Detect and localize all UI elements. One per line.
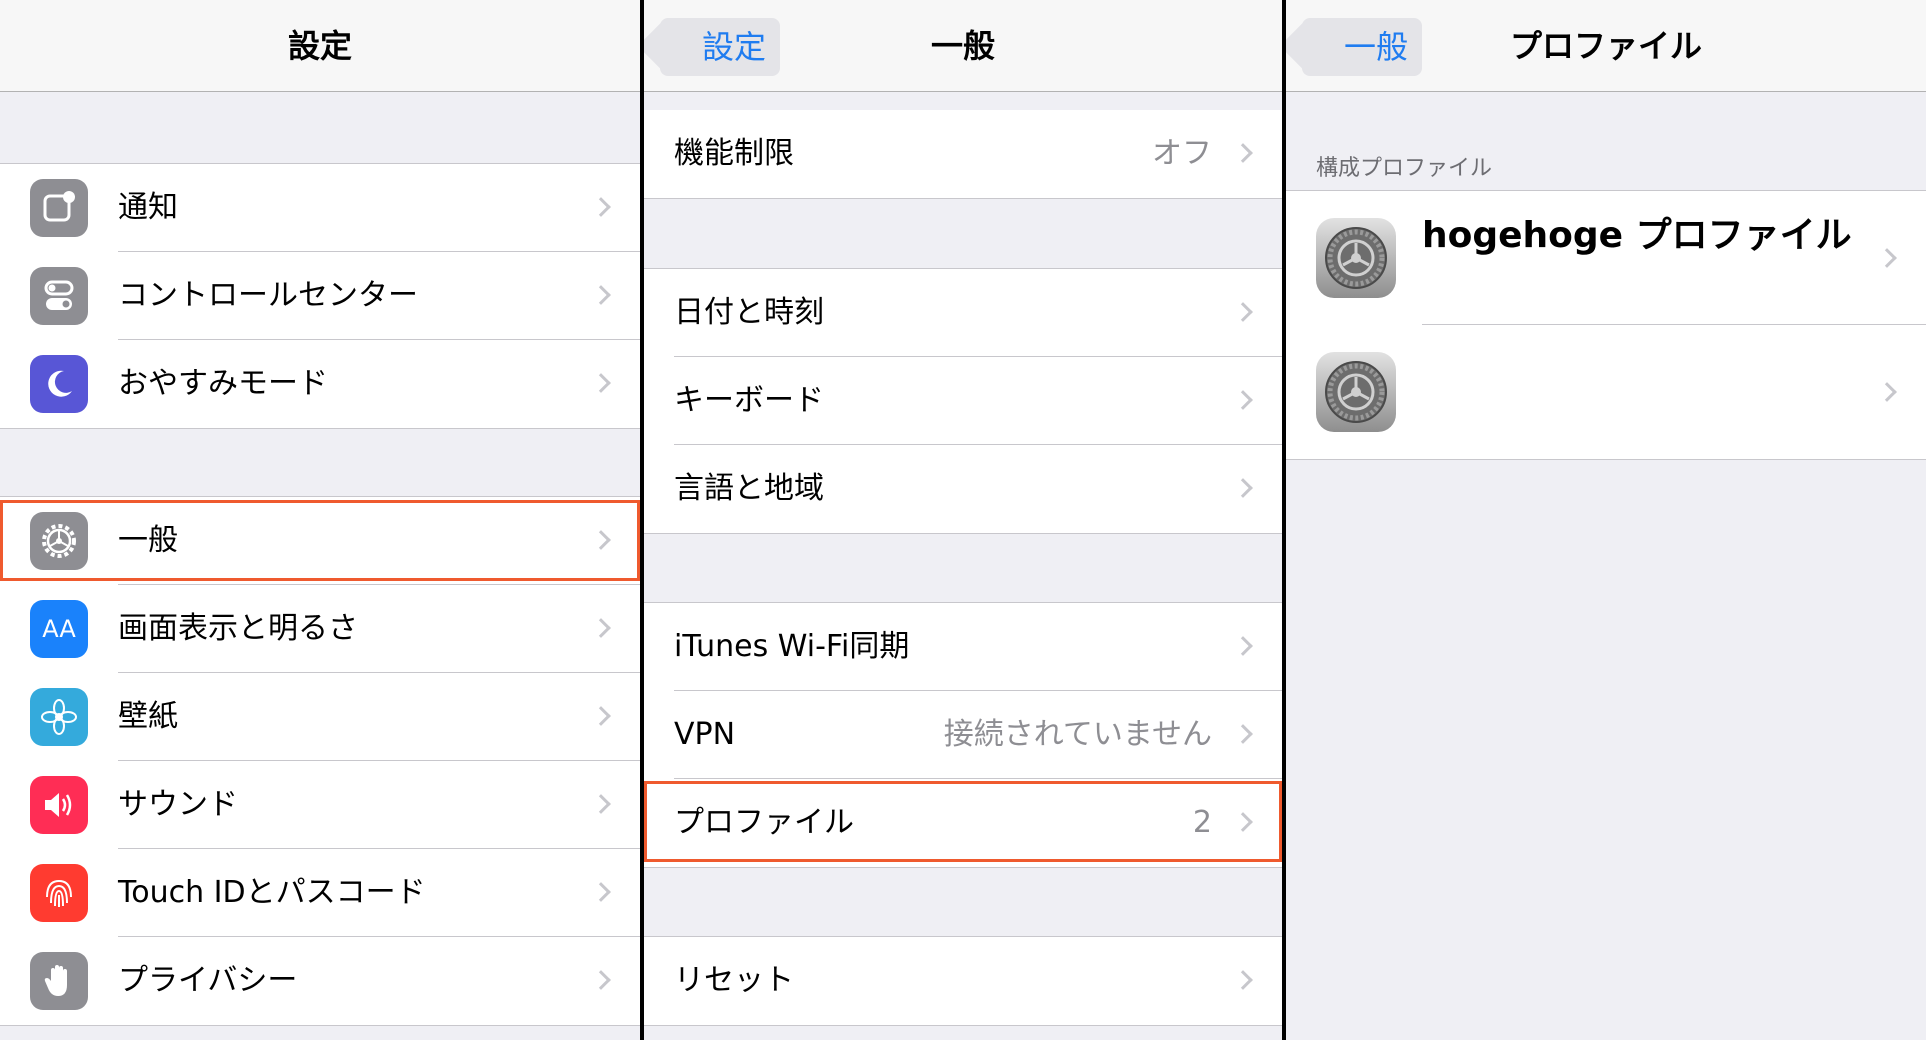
chevron-right-icon (1877, 248, 1897, 268)
chevron-right-icon (1233, 302, 1253, 322)
chevron-right-icon (1233, 812, 1253, 832)
row-label: プロファイル (674, 805, 854, 840)
fingerprint-icon (30, 864, 88, 922)
settings-row-do-not-disturb[interactable]: おやすみモード (0, 340, 640, 428)
general-row-language-region[interactable]: 言語と地域 (644, 445, 1282, 533)
settings-gear-icon (1316, 352, 1396, 432)
page-title: プロファイル (1509, 27, 1702, 65)
row-label: コントロールセンター (118, 278, 418, 313)
general-row-keyboard[interactable]: キーボード (644, 357, 1282, 445)
general-row-restrictions[interactable]: 機能制限 オフ (644, 110, 1282, 198)
profile-row[interactable] (1286, 325, 1926, 459)
wallpaper-icon (30, 688, 88, 746)
chevron-right-icon (1233, 636, 1253, 656)
chevron-right-icon (591, 373, 611, 393)
chevron-right-icon (1233, 970, 1253, 990)
settings-row-wallpaper[interactable]: 壁紙 (0, 673, 640, 761)
settings-row-notifications[interactable]: 通知 (0, 164, 640, 252)
row-label: VPN (674, 717, 736, 752)
general-group-b: 日付と時刻 キーボード 言語と地域 (644, 268, 1282, 534)
chevron-right-icon (591, 197, 611, 217)
row-label: iTunes Wi-Fi同期 (674, 629, 910, 664)
settings-panel: 設定 通知 コントロールセンター おやすみモード 一般 AA 画面表示と明るさ … (0, 0, 640, 1040)
hand-icon (30, 952, 88, 1010)
row-label: サウンド (118, 787, 238, 822)
general-group-d: リセット (644, 936, 1282, 1026)
general-group-a: 機能制限 オフ (644, 110, 1282, 199)
chevron-right-icon (1233, 478, 1253, 498)
row-label: 日付と時刻 (674, 295, 824, 330)
general-panel: 設定 一般 機能制限 オフ 日付と時刻 キーボード 言語と地域 iTunes W… (644, 0, 1282, 1040)
row-label: Touch IDとパスコード (118, 875, 426, 910)
gear-icon (30, 512, 88, 570)
settings-group-2: 一般 AA 画面表示と明るさ 壁紙 サウンド Touch IDとパスコード プラ… (0, 496, 640, 1026)
general-row-reset[interactable]: リセット (644, 937, 1282, 1025)
chevron-right-icon (591, 882, 611, 902)
chevron-right-icon (1233, 143, 1253, 163)
row-label: 言語と地域 (674, 471, 824, 506)
general-group-c: iTunes Wi-Fi同期 VPN 接続されていません プロファイル 2 (644, 602, 1282, 868)
row-value: オフ (1152, 136, 1212, 171)
screenshot-stage: 設定 通知 コントロールセンター おやすみモード 一般 AA 画面表示と明るさ … (0, 0, 1926, 1040)
nav-bar: 設定 一般 (644, 0, 1282, 92)
row-label: おやすみモード (118, 366, 328, 401)
profiles-group: hogehoge プロファイル (1286, 190, 1926, 460)
display-icon-text: AA (42, 615, 76, 643)
speaker-icon (30, 776, 88, 834)
section-header: 構成プロファイル (1316, 156, 1493, 181)
row-value: 接続されていません (943, 717, 1212, 752)
chevron-right-icon (1877, 382, 1897, 402)
settings-row-touch-id[interactable]: Touch IDとパスコード (0, 849, 640, 937)
row-label: プライバシー (118, 963, 298, 998)
row-label: 一般 (118, 523, 178, 558)
page-title: 設定 (287, 27, 352, 65)
settings-row-display[interactable]: AA 画面表示と明るさ (0, 585, 640, 673)
chevron-right-icon (591, 794, 611, 814)
page-title: 一般 (930, 27, 995, 65)
settings-row-sounds[interactable]: サウンド (0, 761, 640, 849)
general-row-vpn[interactable]: VPN 接続されていません (644, 691, 1282, 779)
row-label: 壁紙 (118, 699, 178, 734)
moon-icon (30, 355, 88, 413)
row-label: キーボード (674, 383, 824, 418)
general-row-date-time[interactable]: 日付と時刻 (644, 269, 1282, 357)
chevron-right-icon (591, 530, 611, 550)
chevron-right-icon (591, 706, 611, 726)
row-label: 機能制限 (674, 136, 794, 171)
row-label: リセット (674, 963, 794, 998)
row-label: 通知 (118, 190, 178, 225)
profile-name: hogehoge プロファイル (1422, 215, 1852, 256)
settings-row-privacy[interactable]: プライバシー (0, 937, 640, 1025)
settings-row-control-center[interactable]: コントロールセンター (0, 252, 640, 340)
chevron-right-icon (591, 618, 611, 638)
settings-row-general[interactable]: 一般 (0, 497, 640, 585)
row-value: 2 (1192, 805, 1212, 840)
profiles-panel: 一般 プロファイル 構成プロファイル hogehoge プロファイル (1286, 0, 1926, 1040)
notifications-icon (30, 179, 88, 237)
chevron-right-icon (591, 285, 611, 305)
settings-group-1: 通知 コントロールセンター おやすみモード (0, 163, 640, 429)
settings-gear-icon (1316, 218, 1396, 298)
general-row-itunes-wifi-sync[interactable]: iTunes Wi-Fi同期 (644, 603, 1282, 691)
general-row-profile[interactable]: プロファイル 2 (644, 779, 1282, 867)
profile-row[interactable]: hogehoge プロファイル (1286, 191, 1926, 325)
nav-bar: 設定 (0, 0, 640, 92)
control-center-icon (30, 267, 88, 325)
chevron-right-icon (1233, 390, 1253, 410)
chevron-right-icon (1233, 724, 1253, 744)
nav-bar: 一般 プロファイル (1286, 0, 1926, 92)
display-icon: AA (30, 600, 88, 658)
row-label: 画面表示と明るさ (118, 611, 358, 646)
chevron-right-icon (591, 970, 611, 990)
